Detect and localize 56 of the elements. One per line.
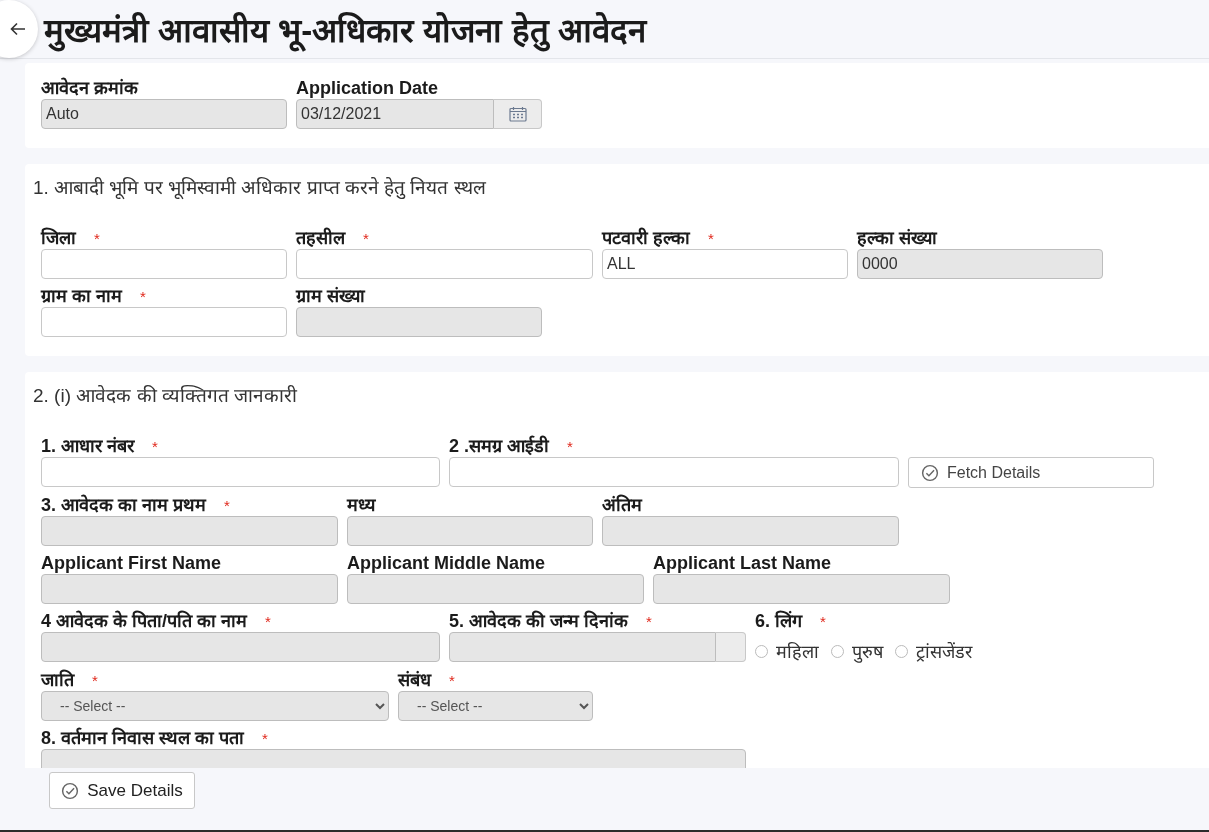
required-mark: * xyxy=(646,613,652,630)
calendar-icon xyxy=(508,106,527,122)
field-label: 1. आधार नंबर xyxy=(41,435,134,457)
field-label: ग्राम संख्या xyxy=(296,285,365,307)
check-circle-icon xyxy=(921,463,939,482)
fetch-details-button[interactable]: Fetch Details xyxy=(908,457,1154,488)
required-mark: * xyxy=(449,672,455,689)
field-label: 3. आवेदक का नाम प्रथम xyxy=(41,493,206,516)
field-label: संबंध xyxy=(398,669,431,691)
input-field[interactable] xyxy=(296,249,593,279)
field-label: Applicant First Name xyxy=(41,553,222,574)
field-label: मध्य xyxy=(347,494,375,516)
required-mark: * xyxy=(262,730,268,747)
required-mark: * xyxy=(152,438,158,455)
back-arrow-icon xyxy=(10,22,26,36)
field-label: 8. वर्तमान निवास स्थल का पता xyxy=(41,726,245,749)
field-label: ग्राम का नाम xyxy=(41,285,122,307)
field-label: तहसील xyxy=(296,226,345,249)
radio-button[interactable] xyxy=(895,644,908,658)
required-mark: * xyxy=(265,613,271,630)
radio-button[interactable] xyxy=(755,644,768,658)
field-label: जिला xyxy=(41,226,76,249)
required-mark: * xyxy=(820,613,826,630)
required-mark: * xyxy=(140,288,146,305)
radio-label: पुरुष xyxy=(852,641,883,663)
required-mark: * xyxy=(567,438,573,455)
input-field[interactable] xyxy=(41,249,287,279)
field-label: अंतिम xyxy=(602,493,642,516)
input-field[interactable] xyxy=(41,307,287,337)
section-title: 1. आबादी भूमि पर भूमिस्वामी अधिकार प्राप्त करने हेतु नियत स्थल xyxy=(33,176,487,200)
field-label: Applicant Middle Name xyxy=(347,553,546,574)
field-label: 4 आवेदक के पिता/पति का नाम xyxy=(41,609,248,632)
required-mark: * xyxy=(92,672,98,689)
required-mark: * xyxy=(708,230,714,247)
required-mark: * xyxy=(94,230,100,247)
field-label: 5. आवेदक की जन्म दिनांक xyxy=(449,609,628,632)
required-mark: * xyxy=(224,497,230,514)
radio-button[interactable] xyxy=(831,644,844,658)
field-label: हल्का संख्या xyxy=(857,227,937,249)
check-circle-icon xyxy=(61,781,80,800)
field-label: पटवारी हल्का xyxy=(602,226,690,249)
section-title: 2. (i) आवेदक की व्यक्तिगत जानकारी xyxy=(33,384,299,408)
field-label: 6. लिंग xyxy=(755,609,802,632)
page-title: मुख्यमंत्री आवासीय भू-अधिकार योजना हेतु आवेदन xyxy=(44,6,646,52)
input-field[interactable] xyxy=(41,457,440,487)
field-label: आवेदन क्रमांक xyxy=(41,76,138,99)
input-field[interactable] xyxy=(449,457,899,487)
required-mark: * xyxy=(363,230,369,247)
field-label: Application Date xyxy=(296,78,438,99)
save-details-button[interactable]: Save Details xyxy=(49,772,195,809)
radio-label: महिला xyxy=(776,641,819,663)
field-label: 2 .समग्र आईडी xyxy=(449,434,549,457)
radio-label: ट्रांसजेंडर xyxy=(916,641,972,663)
field-label: Applicant Last Name xyxy=(653,553,832,574)
field-label: जाति xyxy=(41,668,74,691)
input-field[interactable]: ALL xyxy=(602,249,848,279)
